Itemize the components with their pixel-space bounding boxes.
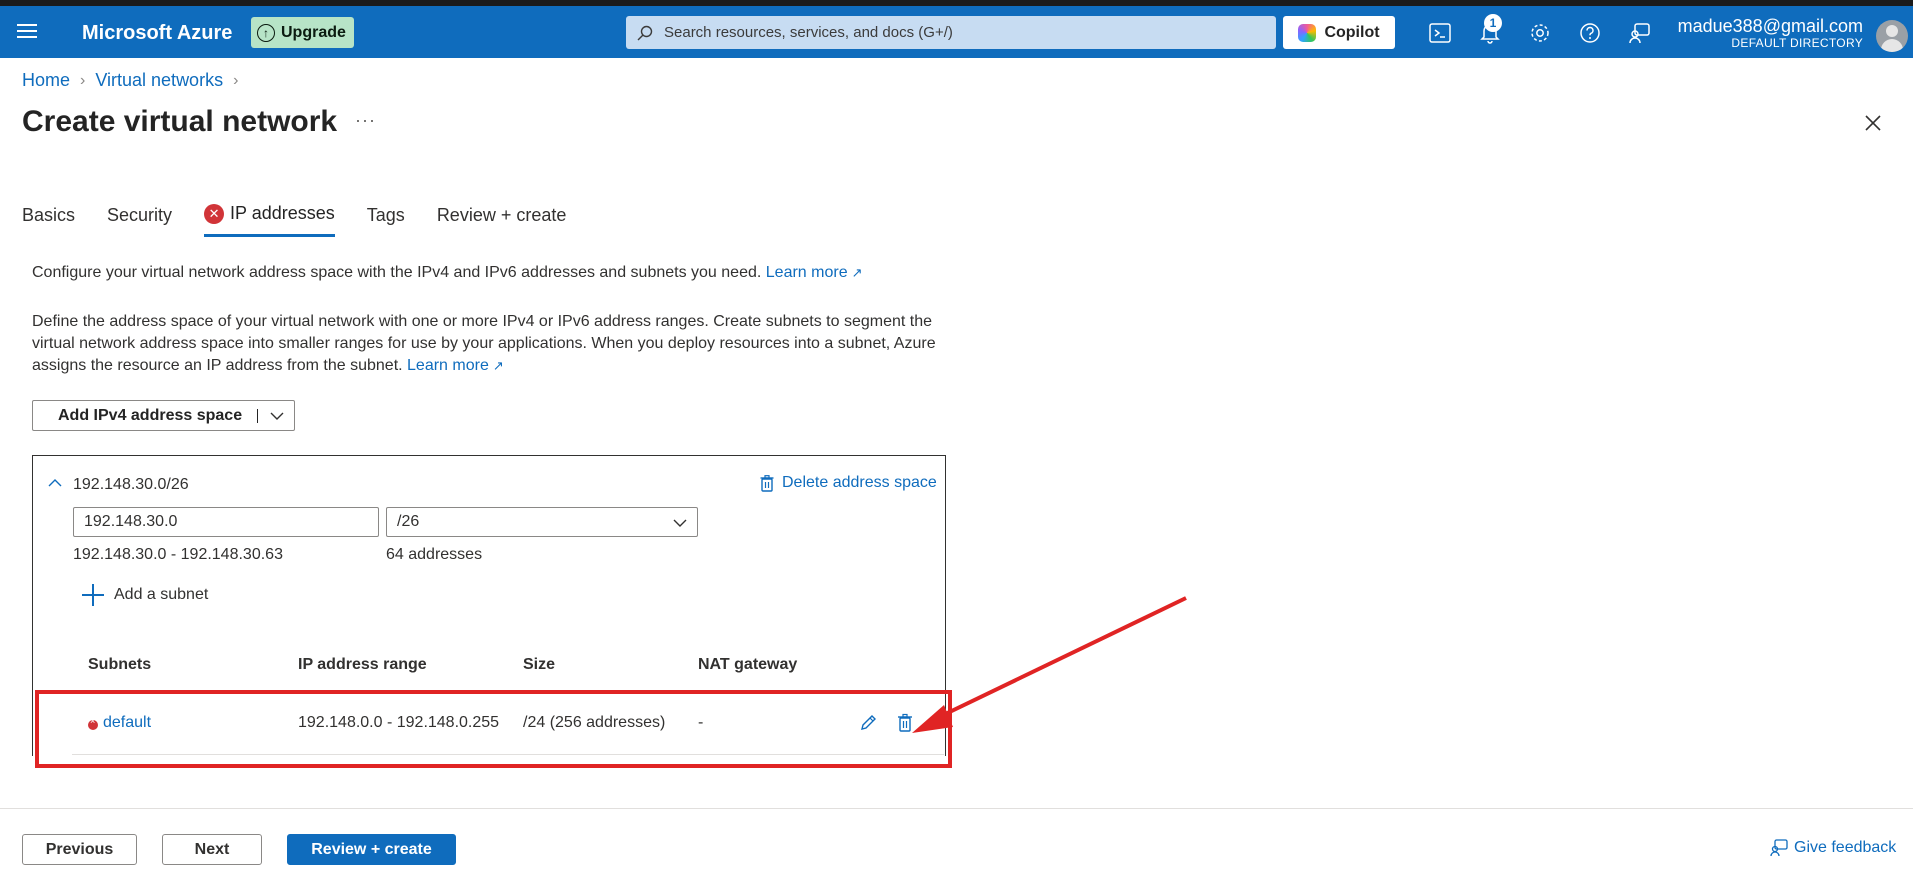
menu-icon[interactable] (14, 20, 40, 44)
chevron-down-icon (673, 519, 687, 527)
intro-line: Configure your virtual network address s… (32, 264, 762, 281)
external-link-icon: ↗ (851, 265, 863, 280)
breadcrumb-home[interactable]: Home (22, 70, 70, 91)
address-space-cidr: 192.148.30.0/26 (73, 476, 189, 493)
add-subnet-label: Add a subnet (114, 586, 209, 603)
previous-button[interactable]: Previous (22, 834, 137, 865)
chevron-down-icon[interactable] (270, 409, 284, 423)
start-ip-input[interactable] (73, 507, 379, 537)
delete-address-space-label: Delete address space (782, 474, 937, 491)
learn-more-link[interactable]: Learn more ↗ (766, 264, 863, 281)
delete-address-space-button[interactable]: Delete address space (760, 474, 937, 492)
text-cursor (257, 408, 258, 423)
tab-label: Security (107, 204, 173, 225)
search-icon (637, 25, 653, 40)
user-email: madue388@gmail.com (1677, 16, 1863, 36)
help-icon[interactable] (1577, 20, 1603, 46)
close-icon[interactable] (1862, 112, 1884, 134)
portal-topbar: Microsoft Azure ↑ Upgrade Copilot 1 madu… (0, 6, 1913, 58)
tab-label: Basics (22, 204, 76, 225)
chevron-right-icon: › (233, 71, 239, 89)
give-feedback-label: Give feedback (1794, 839, 1897, 856)
search-input[interactable] (664, 24, 1264, 41)
breadcrumb: Home › Virtual networks › (22, 70, 238, 91)
copilot-logo-icon (1298, 23, 1317, 42)
external-link-icon: ↗ (492, 358, 504, 373)
plus-icon (82, 584, 104, 606)
learn-more-label: Learn more (765, 264, 848, 281)
upgrade-button[interactable]: ↑ Upgrade (251, 17, 354, 48)
chevron-up-icon[interactable] (48, 476, 62, 490)
prefix-dropdown[interactable]: /26 (386, 507, 698, 537)
settings-gear-icon[interactable] (1527, 20, 1553, 46)
add-ipv4-address-space-button[interactable]: Add IPv4 address space (32, 400, 295, 431)
column-header-subnets: Subnets (88, 656, 152, 673)
tab-security[interactable]: Security (107, 203, 172, 237)
account-info[interactable]: madue388@gmail.com DEFAULT DIRECTORY (1678, 16, 1863, 50)
tab-ip-addresses[interactable]: ✕ IP addresses (204, 203, 335, 237)
feedback-icon (1770, 839, 1788, 857)
footer-divider (0, 808, 1913, 809)
upgrade-label: Upgrade (281, 23, 346, 41)
brand-title[interactable]: Microsoft Azure (82, 22, 232, 45)
more-options-icon[interactable]: ··· (355, 110, 376, 131)
global-search[interactable] (626, 16, 1276, 49)
avatar[interactable] (1876, 20, 1908, 52)
annotation-highlight-box (35, 690, 952, 768)
column-header-size: Size (523, 656, 556, 673)
breadcrumb-virtual-networks[interactable]: Virtual networks (95, 70, 223, 91)
notification-count-badge: 1 (1484, 14, 1502, 32)
next-button[interactable]: Next (162, 834, 262, 865)
prefix-value: /26 (397, 513, 420, 530)
tab-review-create[interactable]: Review + create (437, 203, 567, 237)
upgrade-arrow-icon: ↑ (257, 23, 275, 42)
error-icon: ✕ (204, 203, 225, 224)
description-text: Define the address space of your virtual… (32, 311, 952, 377)
address-range: 192.148.30.0 - 192.148.30.63 (73, 546, 283, 563)
chevron-right-icon: › (80, 71, 86, 89)
tab-tags[interactable]: Tags (367, 203, 405, 237)
feedback-person-icon[interactable] (1627, 20, 1653, 46)
address-count: 64 addresses (386, 546, 483, 563)
user-directory: DEFAULT DIRECTORY (1731, 36, 1863, 50)
tab-basics[interactable]: Basics (22, 203, 75, 237)
add-subnet-button[interactable]: Add a subnet (82, 584, 208, 606)
review-create-button[interactable]: Review + create (287, 834, 456, 865)
tab-label: Tags (366, 204, 405, 225)
cloud-shell-icon[interactable] (1427, 20, 1453, 46)
give-feedback-link[interactable]: Give feedback (1770, 839, 1896, 857)
page-title: Create virtual network (22, 105, 338, 138)
wizard-tabs: Basics Security ✕ IP addresses Tags Revi… (22, 203, 598, 237)
learn-more-label: Learn more (407, 357, 489, 374)
intro-text: Configure your virtual network address s… (32, 264, 863, 282)
copilot-button[interactable]: Copilot (1283, 16, 1395, 49)
column-header-ip-range: IP address range (298, 656, 427, 673)
trash-icon (760, 474, 774, 492)
tab-label: IP addresses (230, 203, 335, 223)
column-header-nat-gateway: NAT gateway (698, 656, 798, 673)
learn-more-link[interactable]: Learn more ↗ (407, 357, 504, 374)
tab-label: Review + create (436, 204, 567, 225)
add-space-label: Add IPv4 address space (58, 406, 243, 424)
copilot-label: Copilot (1324, 23, 1380, 41)
